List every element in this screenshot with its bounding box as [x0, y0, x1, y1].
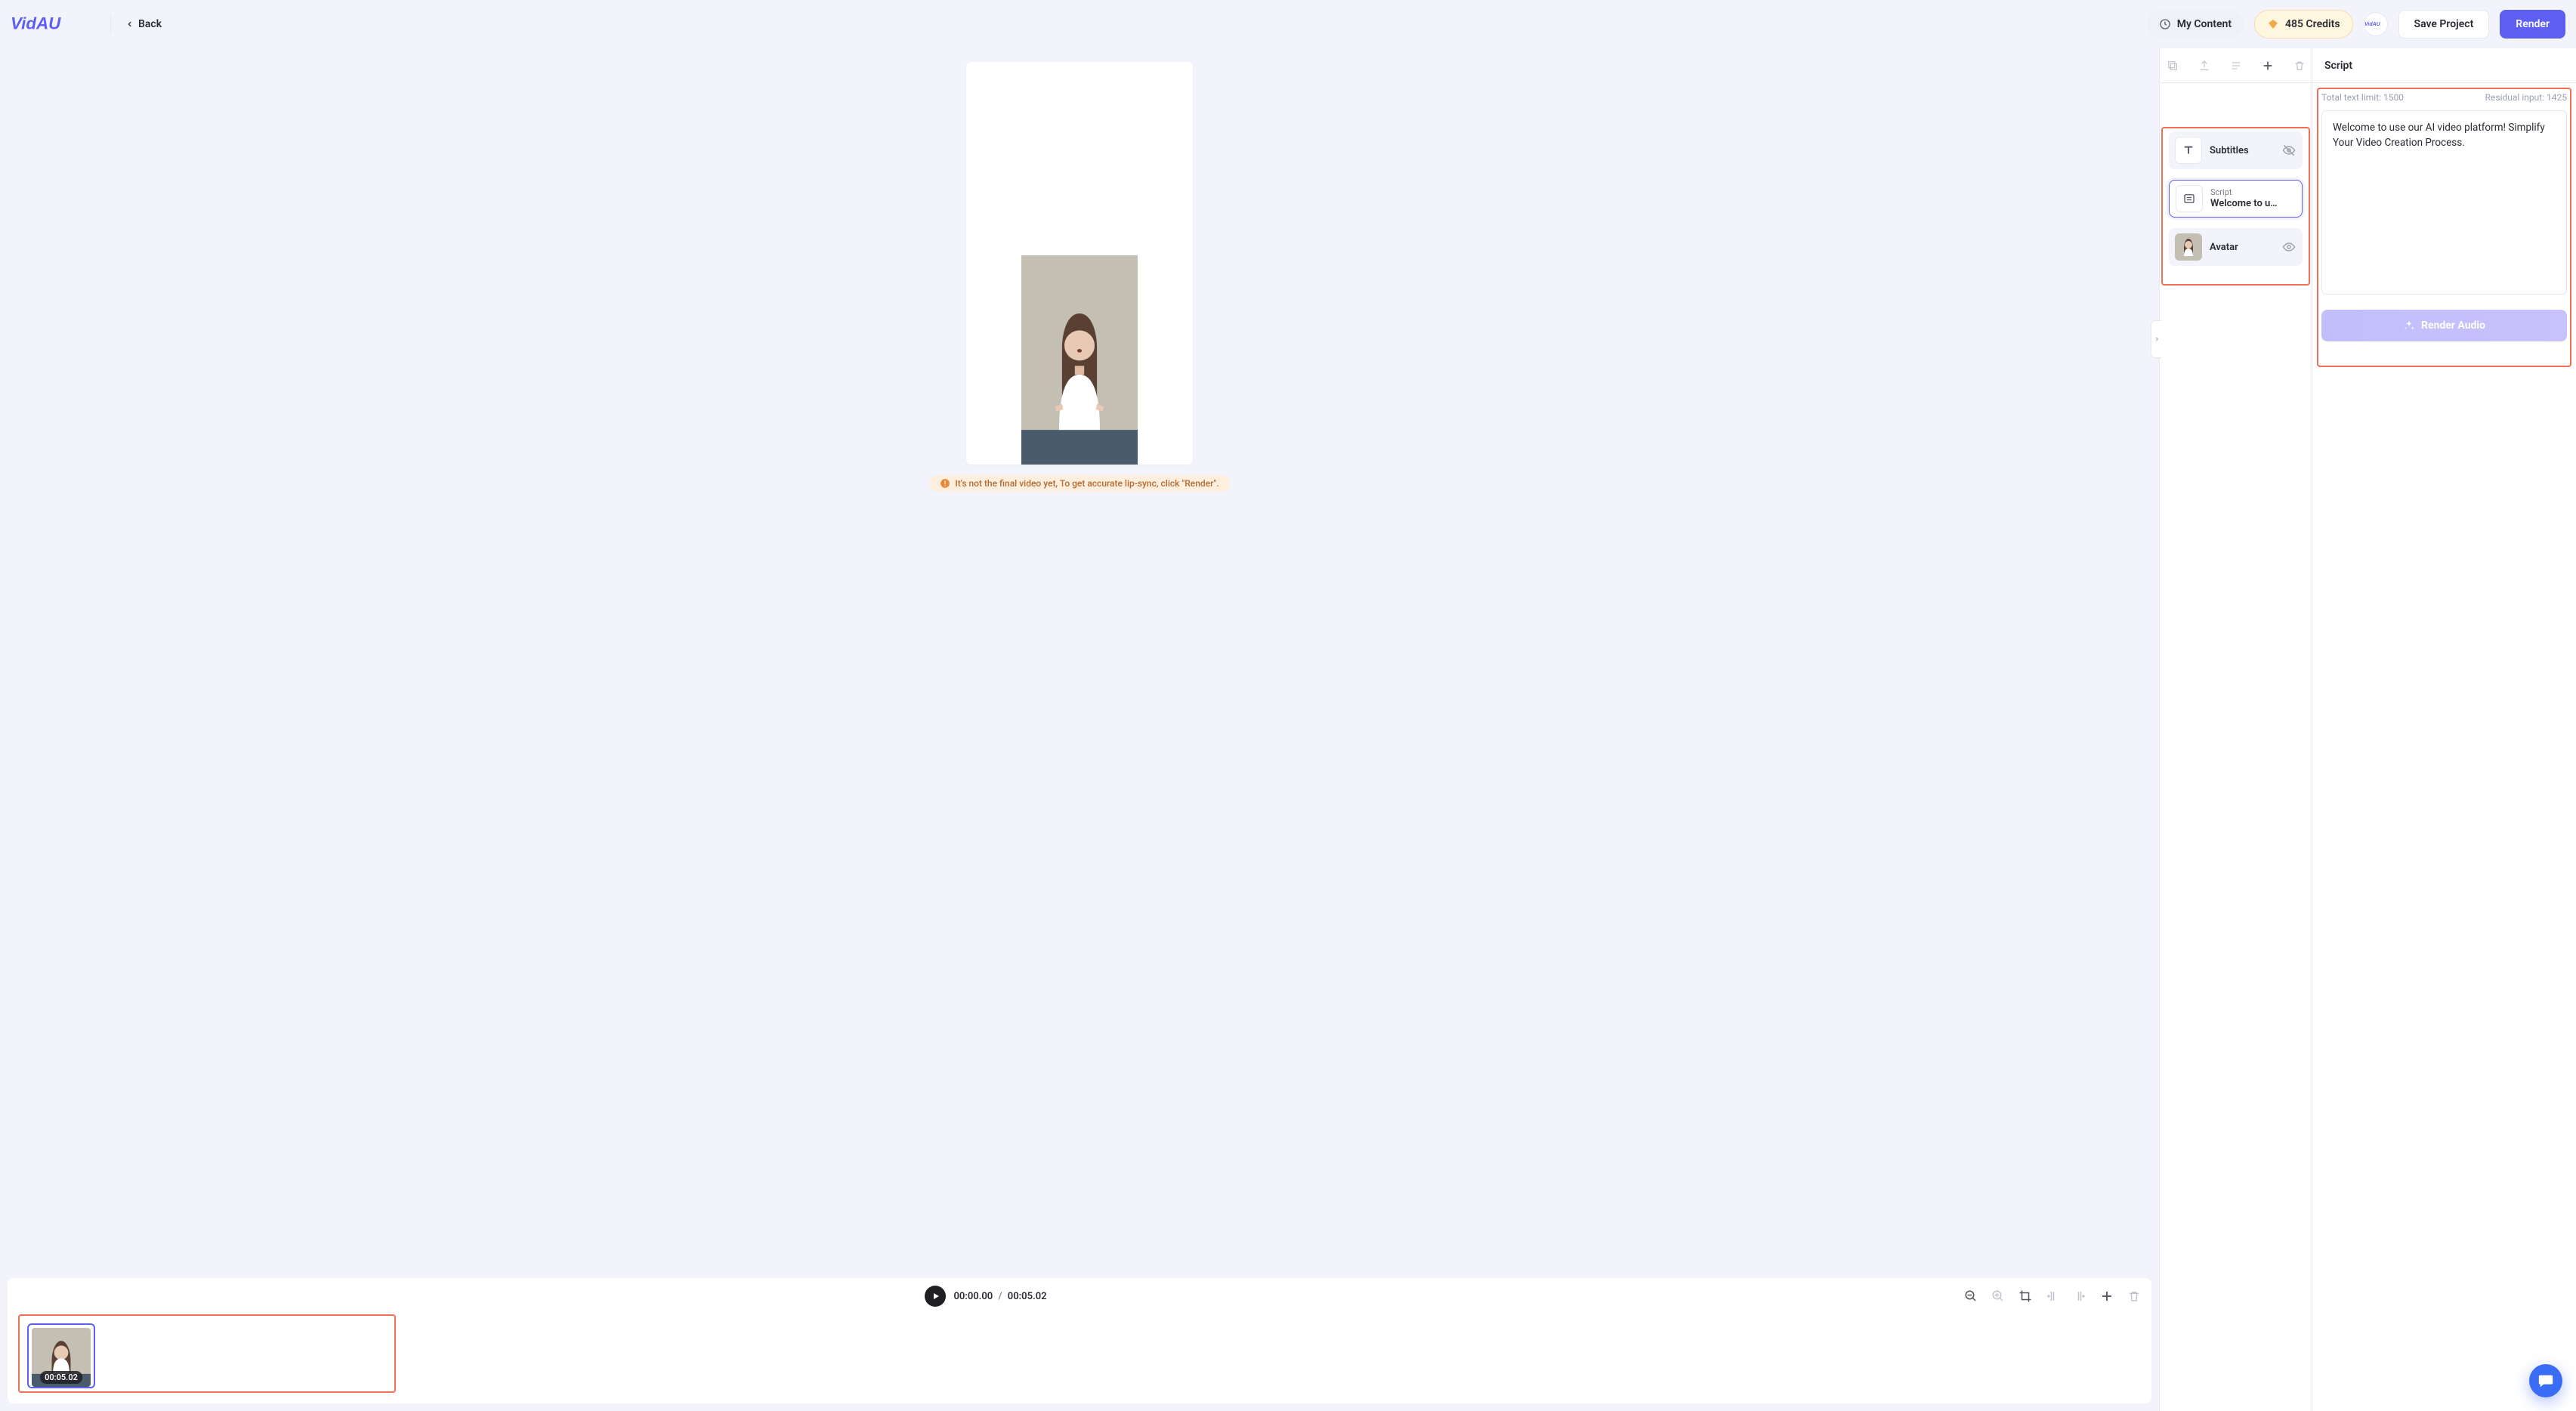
- play-icon: [931, 1292, 941, 1301]
- layer-item-avatar-text: Avatar: [2210, 242, 2274, 253]
- save-project-label: Save Project: [2414, 18, 2474, 30]
- render-audio-button[interactable]: Render Audio: [2321, 310, 2567, 341]
- copy-layer-button[interactable]: [2166, 59, 2179, 73]
- overlay-icon: [2230, 60, 2242, 72]
- timeline-tools: [1964, 1289, 2141, 1303]
- delete-clip-button[interactable]: [2127, 1289, 2141, 1303]
- layer-item-subtitles[interactable]: Subtitles: [2169, 131, 2303, 169]
- clip-thumbnail[interactable]: 00:05.02: [27, 1323, 95, 1388]
- avatar-label: Avatar: [2210, 242, 2274, 253]
- subtitles-label: Subtitles: [2210, 145, 2274, 156]
- avatar-thumb: [2175, 233, 2202, 261]
- layer-item-avatar[interactable]: Avatar: [2169, 228, 2303, 266]
- clock-icon: [2159, 18, 2171, 30]
- script-icon: [2176, 185, 2203, 212]
- trash-icon: [2127, 1289, 2141, 1303]
- toggle-visibility-avatar[interactable]: [2281, 239, 2296, 255]
- add-layer-button[interactable]: [2261, 59, 2275, 73]
- split-right-icon: [2073, 1289, 2086, 1303]
- script-main-label: Welcome to u…: [2210, 198, 2280, 209]
- credits-text: 485 Credits: [2285, 18, 2340, 30]
- split-left-icon: [2046, 1289, 2059, 1303]
- sparkle-icon: [2403, 320, 2415, 332]
- split-right-button[interactable]: [2073, 1289, 2086, 1303]
- save-project-button[interactable]: Save Project: [2398, 10, 2490, 39]
- timeline-panel: 00:00.00 / 00:05.02: [8, 1278, 2151, 1403]
- eye-icon: [2281, 239, 2296, 255]
- crop-button[interactable]: [2018, 1289, 2032, 1303]
- playback-group: 00:00.00 / 00:05.02: [925, 1286, 1046, 1307]
- credits-pill[interactable]: 485 Credits: [2254, 10, 2353, 39]
- add-clip-button[interactable]: [2100, 1289, 2114, 1303]
- playback-time: 00:00.00 / 00:05.02: [953, 1291, 1046, 1302]
- logo[interactable]: VidAU: [11, 14, 95, 35]
- collapse-layers-button[interactable]: [2151, 320, 2161, 358]
- render-hint-banner: It's not the final video yet, To get acc…: [929, 475, 1229, 492]
- chevron-left-icon: [126, 20, 134, 28]
- layers-panel: Subtitles Script Welcome to u…: [2159, 48, 2312, 1411]
- info-icon: [940, 478, 950, 489]
- plus-icon: [2262, 60, 2274, 72]
- brand-badge[interactable]: VidAU: [2364, 12, 2388, 36]
- canvas-wrap: It's not the final video yet, To get acc…: [8, 48, 2151, 1274]
- script-panel: Script Total text limit: 1500 Residual i…: [2312, 48, 2576, 1411]
- video-canvas[interactable]: [966, 62, 1193, 465]
- upload-icon: [2198, 60, 2210, 72]
- editor-area: It's not the final video yet, To get acc…: [0, 48, 2159, 1411]
- chat-support-button[interactable]: [2529, 1364, 2562, 1397]
- top-right-group: My Content 485 Credits VidAU Save Projec…: [2147, 10, 2565, 39]
- script-header: Script: [2312, 48, 2576, 83]
- text-overlay-button[interactable]: [2229, 59, 2243, 73]
- eye-off-icon: [2281, 143, 2296, 158]
- crop-icon: [2018, 1289, 2032, 1303]
- render-hint-text: It's not the final video yet, To get acc…: [955, 478, 1219, 489]
- split-left-button[interactable]: [2046, 1289, 2059, 1303]
- chevron-right-icon: [2154, 334, 2160, 344]
- script-textarea[interactable]: [2321, 110, 2567, 295]
- layers-toolbar: [2160, 48, 2312, 83]
- zoom-out-button[interactable]: [1964, 1289, 1978, 1303]
- zoom-out-icon: [1964, 1289, 1978, 1303]
- zoom-in-button[interactable]: [1991, 1289, 2005, 1303]
- render-button[interactable]: Render: [2500, 10, 2565, 39]
- my-content-button[interactable]: My Content: [2147, 10, 2244, 39]
- svg-text:VidAU: VidAU: [11, 14, 61, 33]
- render-button-label: Render: [2516, 18, 2550, 30]
- script-limits: Total text limit: 1500 Residual input: 1…: [2321, 92, 2567, 103]
- render-audio-label: Render Audio: [2421, 320, 2485, 332]
- delete-layer-button[interactable]: [2293, 59, 2306, 73]
- script-small-label: Script: [2210, 188, 2296, 196]
- diamond-icon: [2267, 18, 2279, 30]
- toggle-visibility-subtitles[interactable]: [2281, 143, 2296, 158]
- timeline-controls: 00:00.00 / 00:05.02: [18, 1286, 2141, 1307]
- play-button[interactable]: [925, 1286, 946, 1307]
- trash-icon: [2293, 60, 2306, 72]
- timeline-track[interactable]: 00:05.02: [18, 1314, 396, 1393]
- layer-item-subtitles-text: Subtitles: [2210, 145, 2274, 156]
- residual-input-label: Residual input: 1425: [2485, 92, 2567, 103]
- my-content-label: My Content: [2177, 18, 2232, 30]
- upload-layer-button[interactable]: [2198, 59, 2211, 73]
- top-bar-divider: [110, 15, 111, 33]
- chat-icon: [2537, 1372, 2554, 1389]
- total-limit-label: Total text limit: 1500: [2321, 92, 2404, 103]
- layer-item-script-text: Script Welcome to u…: [2210, 188, 2296, 209]
- plus-icon: [2100, 1289, 2114, 1303]
- text-icon: [2175, 137, 2202, 164]
- zoom-in-icon: [1991, 1289, 2005, 1303]
- avatar-preview-image: [1021, 255, 1138, 465]
- copy-icon: [2167, 60, 2179, 72]
- svg-text:VidAU: VidAU: [2364, 22, 2381, 27]
- back-button-label: Back: [138, 18, 162, 30]
- layers-list: Subtitles Script Welcome to u…: [2160, 83, 2312, 275]
- back-button[interactable]: Back: [126, 18, 162, 30]
- current-time: 00:00.00: [953, 1291, 993, 1302]
- script-header-label: Script: [2324, 60, 2352, 72]
- total-time: 00:05.02: [1008, 1291, 1047, 1302]
- clip-duration: 00:05.02: [40, 1371, 82, 1384]
- top-bar: VidAU Back My Content 485 Credits VidAU: [0, 0, 2576, 48]
- layer-item-script[interactable]: Script Welcome to u…: [2169, 180, 2303, 218]
